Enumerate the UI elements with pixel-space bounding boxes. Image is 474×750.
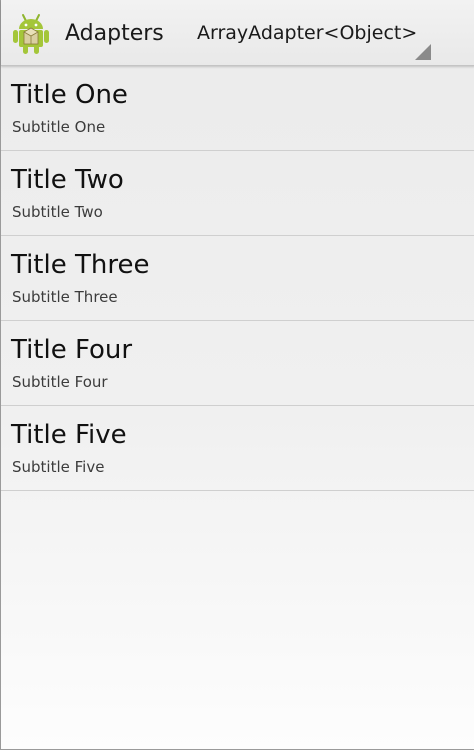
- item-title: Title Two: [11, 165, 124, 195]
- action-bar: Adapters ArrayAdapter<Object>: [1, 0, 474, 66]
- item-title: Title Three: [11, 250, 150, 280]
- adapter-list: Title One Subtitle One Title Two Subtitl…: [1, 66, 474, 491]
- list-item[interactable]: Title Two Subtitle Two: [1, 151, 474, 236]
- list-item[interactable]: Title Five Subtitle Five: [1, 406, 474, 491]
- item-title: Title Four: [11, 335, 133, 365]
- app-screen: Adapters ArrayAdapter<Object> Title One …: [0, 0, 474, 750]
- app-title: Adapters: [65, 20, 164, 46]
- android-robot-icon: [13, 14, 49, 54]
- item-title: Title One: [11, 80, 128, 110]
- item-subtitle: Subtitle Four: [12, 373, 108, 391]
- item-subtitle: Subtitle Two: [12, 203, 103, 221]
- item-subtitle: Subtitle Five: [12, 458, 105, 476]
- item-title: Title Five: [11, 420, 127, 450]
- navigation-spinner[interactable]: ArrayAdapter<Object>: [181, 6, 433, 60]
- list-item[interactable]: Title Three Subtitle Three: [1, 236, 474, 321]
- list-item[interactable]: Title Four Subtitle Four: [1, 321, 474, 406]
- spinner-selected-value: ArrayAdapter<Object>: [197, 22, 418, 44]
- item-subtitle: Subtitle Three: [12, 288, 118, 306]
- spinner-corner-arrow-icon: [415, 44, 431, 60]
- list-item[interactable]: Title One Subtitle One: [1, 66, 474, 151]
- item-subtitle: Subtitle One: [12, 118, 106, 136]
- home-button[interactable]: Adapters: [11, 6, 164, 60]
